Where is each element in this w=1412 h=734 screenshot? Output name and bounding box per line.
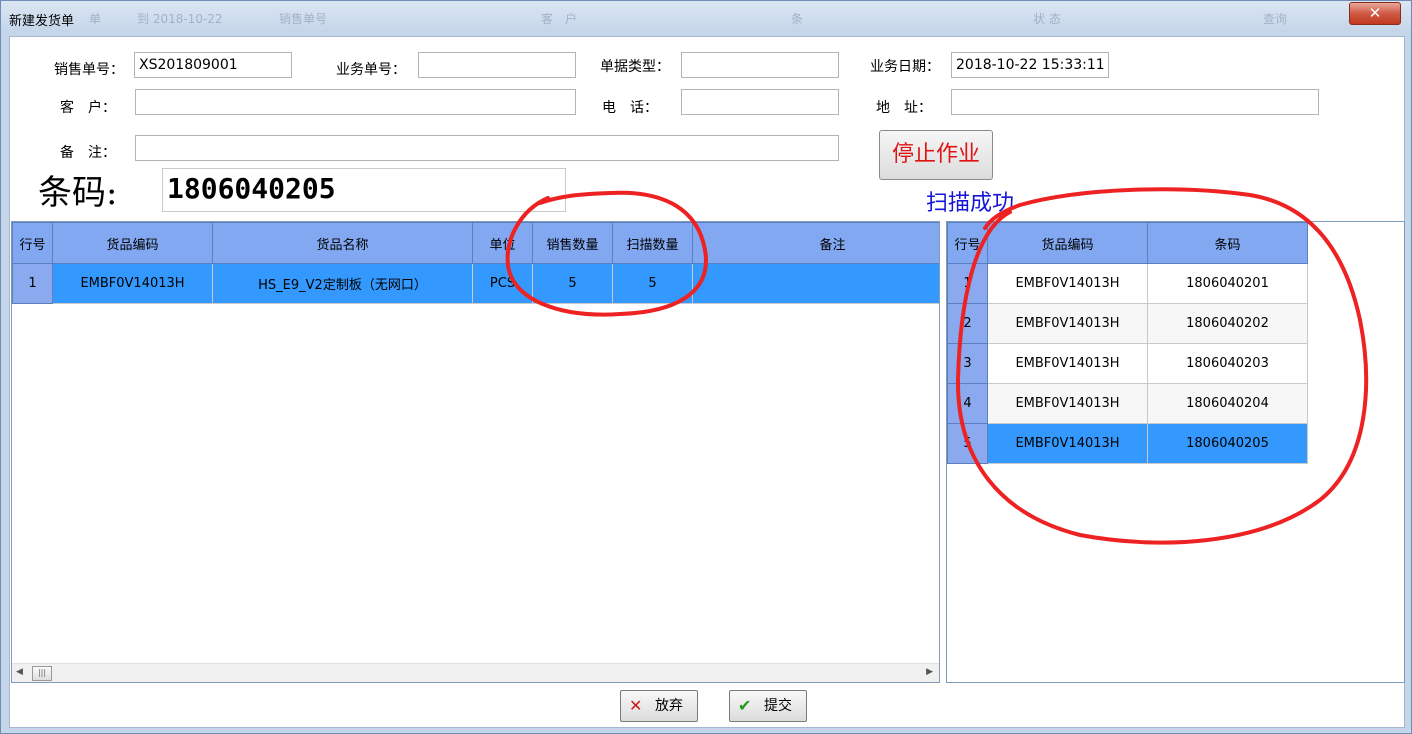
title-bar: 新建发货单 单 到 2018-10-22 销售单号 客 户 条 状 态 查询 ✕	[1, 1, 1411, 35]
dialog-window: 新建发货单 单 到 2018-10-22 销售单号 客 户 条 状 态 查询 ✕…	[0, 0, 1412, 734]
background-text: 客 户	[541, 12, 578, 26]
submit-label: 提交	[764, 698, 792, 714]
row-number: 1	[12, 263, 53, 304]
item-code-cell[interactable]: EMBF0V14013H	[52, 263, 213, 304]
background-text: 销售单号	[279, 12, 328, 26]
row-number: 3	[947, 343, 988, 384]
doc-type-input[interactable]	[681, 52, 839, 78]
table-row[interactable]: 2 EMBF0V14013H 1806040202	[947, 303, 1308, 344]
scan-qty-cell[interactable]: 5	[612, 263, 693, 304]
col-header-barcode[interactable]: 条码	[1147, 222, 1308, 264]
biz-no-input[interactable]	[418, 52, 576, 78]
abandon-label: 放弃	[655, 698, 683, 714]
checkmark-icon: ✔	[738, 696, 752, 715]
customer-input[interactable]	[135, 89, 576, 115]
table-row[interactable]: 1 EMBF0V14013H HS_E9_V2定制板（无网口） PCS 5 5	[12, 263, 939, 304]
table-row[interactable]: 1 EMBF0V14013H 1806040201	[947, 263, 1308, 304]
address-input[interactable]	[951, 89, 1319, 115]
scan-status: 扫描成功	[926, 191, 1015, 216]
client-area: 销售单号： XS201809001 业务单号： 单据类型： 业务日期： 2018…	[9, 36, 1405, 728]
item-code-cell[interactable]: EMBF0V14013H	[987, 263, 1148, 304]
scrollbar-thumb[interactable]: |||	[32, 666, 52, 681]
background-text: 状 态	[1033, 12, 1061, 26]
barcode-label: 条码:	[38, 173, 118, 213]
biz-date-input[interactable]: 2018-10-22 15:33:11	[951, 52, 1109, 78]
remark-cell[interactable]	[692, 263, 939, 304]
biz-date-label: 业务日期：	[870, 59, 940, 75]
col-header-sale-qty[interactable]: 销售数量	[532, 222, 613, 264]
table-row[interactable]: 5 EMBF0V14013H 1806040205	[947, 423, 1308, 464]
table-row[interactable]: 4 EMBF0V14013H 1806040204	[947, 383, 1308, 424]
stop-work-button[interactable]: 停止作业	[879, 130, 993, 180]
item-code-cell[interactable]: EMBF0V14013H	[987, 423, 1148, 464]
col-header-row-no[interactable]: 行号	[12, 222, 53, 264]
row-number: 5	[947, 423, 988, 464]
col-header-code[interactable]: 货品编码	[52, 222, 213, 264]
item-code-cell[interactable]: EMBF0V14013H	[987, 343, 1148, 384]
col-header-name[interactable]: 货品名称	[212, 222, 473, 264]
phone-label: 电 话：	[602, 100, 658, 116]
window-title: 新建发货单	[9, 14, 75, 29]
sale-qty-cell[interactable]: 5	[532, 263, 613, 304]
scroll-left-icon[interactable]: ◀	[16, 667, 23, 677]
item-code-cell[interactable]: EMBF0V14013H	[987, 383, 1148, 424]
barcode-cell[interactable]: 1806040201	[1147, 263, 1308, 304]
col-header-remark[interactable]: 备注	[692, 222, 939, 264]
biz-no-label: 业务单号：	[336, 62, 406, 78]
phone-input[interactable]	[681, 89, 839, 115]
background-text: 到 2018-10-22	[137, 12, 223, 26]
scroll-right-icon[interactable]: ▶	[926, 667, 933, 677]
background-text: 查询	[1263, 12, 1288, 26]
close-button[interactable]: ✕	[1349, 2, 1401, 25]
background-text: 单	[89, 12, 102, 26]
item-name-cell[interactable]: HS_E9_V2定制板（无网口）	[212, 263, 473, 304]
doc-type-label: 单据类型：	[600, 59, 670, 75]
unit-cell[interactable]: PCS	[472, 263, 533, 304]
barcode-list-grid[interactable]: 行号 货品编码 条码 1 EMBF0V14013H 1806040201 2 E…	[946, 221, 1405, 683]
row-number: 2	[947, 303, 988, 344]
submit-button[interactable]: ✔ 提交	[729, 690, 807, 722]
address-label: 地 址：	[876, 100, 932, 116]
remark-label: 备 注：	[60, 145, 116, 161]
close-icon: ✕	[629, 696, 643, 715]
order-items-grid[interactable]: 行号 货品编码 货品名称 单位 销售数量 扫描数量 备注 1 EMBF0V140…	[11, 221, 940, 683]
col-header-scan-qty[interactable]: 扫描数量	[612, 222, 693, 264]
table-row[interactable]: 3 EMBF0V14013H 1806040203	[947, 343, 1308, 384]
background-text: 条	[791, 12, 804, 26]
customer-label: 客 户：	[60, 100, 116, 116]
sales-no-label: 销售单号：	[54, 62, 124, 78]
barcode-cell[interactable]: 1806040202	[1147, 303, 1308, 344]
sales-no-input[interactable]: XS201809001	[134, 52, 292, 78]
abandon-button[interactable]: ✕ 放弃	[620, 690, 698, 722]
grid-header-row: 行号 货品编码 货品名称 单位 销售数量 扫描数量 备注	[12, 222, 939, 264]
remark-input[interactable]	[135, 135, 839, 161]
row-number: 4	[947, 383, 988, 424]
close-icon: ✕	[1368, 4, 1382, 22]
col-header-row-no[interactable]: 行号	[947, 222, 988, 264]
barcode-input[interactable]: 1806040205	[162, 168, 566, 212]
col-header-unit[interactable]: 单位	[472, 222, 533, 264]
grid-header-row: 行号 货品编码 条码	[947, 222, 1308, 264]
barcode-cell[interactable]: 1806040205	[1147, 423, 1308, 464]
row-number: 1	[947, 263, 988, 304]
barcode-cell[interactable]: 1806040203	[1147, 343, 1308, 384]
horizontal-scrollbar[interactable]: ◀ ||| ▶	[12, 663, 939, 682]
item-code-cell[interactable]: EMBF0V14013H	[987, 303, 1148, 344]
barcode-cell[interactable]: 1806040204	[1147, 383, 1308, 424]
col-header-code[interactable]: 货品编码	[987, 222, 1148, 264]
